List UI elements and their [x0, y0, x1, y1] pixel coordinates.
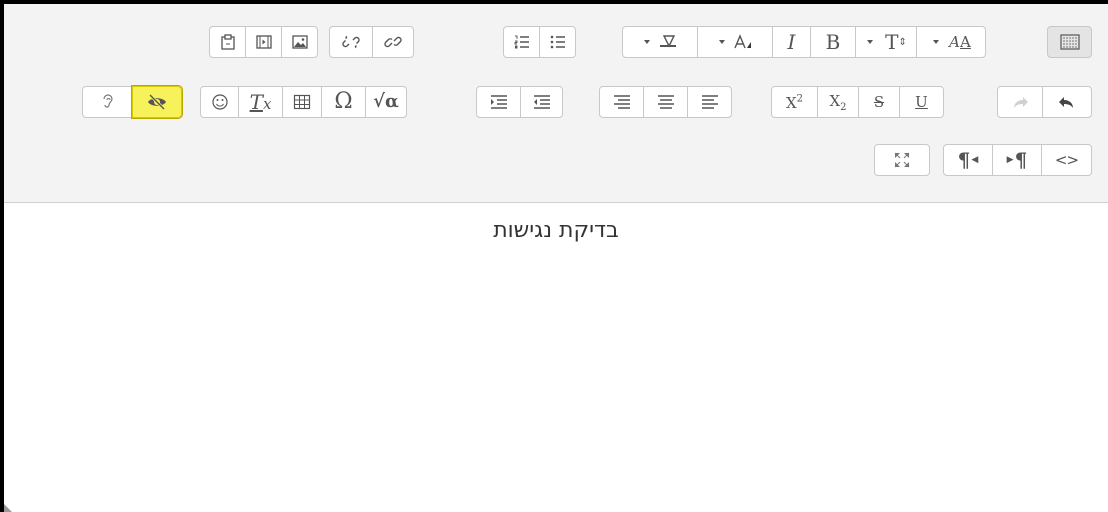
- outdent-button[interactable]: [520, 86, 563, 118]
- font-family-button[interactable]: AA: [916, 26, 986, 58]
- bullet-list-icon: [550, 35, 565, 49]
- link-icon: [384, 36, 402, 48]
- emoticon-button[interactable]: [200, 86, 239, 118]
- strikethrough-button[interactable]: S: [858, 86, 900, 118]
- align-right-button[interactable]: [599, 86, 644, 118]
- equation-icon: √α: [373, 91, 399, 112]
- toolbar-toggle-button[interactable]: [1047, 26, 1092, 58]
- align-center-button[interactable]: [643, 86, 688, 118]
- indent-icon: [490, 95, 507, 109]
- ltr-icon: ¶ ◀: [957, 148, 979, 172]
- screenreader-helper-button[interactable]: [82, 86, 133, 118]
- editor-content-text[interactable]: בדיקת נגישות: [4, 218, 1108, 243]
- indent-button[interactable]: [476, 86, 521, 118]
- italic-button[interactable]: I: [772, 26, 811, 58]
- special-character-button[interactable]: Ω: [321, 86, 366, 118]
- numbered-list-button[interactable]: [503, 26, 540, 58]
- clear-formatting-button[interactable]: Tx: [238, 86, 283, 118]
- paste-button[interactable]: [209, 26, 246, 58]
- bold-button[interactable]: B: [810, 26, 856, 58]
- equation-button[interactable]: √α: [365, 86, 407, 118]
- clear-formatting-icon: Tx: [249, 90, 272, 114]
- accessibility-checker-icon: [148, 93, 166, 111]
- media-button[interactable]: [245, 26, 282, 58]
- superscript-button[interactable]: X2: [771, 86, 818, 118]
- align-center-icon: [657, 95, 674, 109]
- ltr-button[interactable]: ¶ ◀: [943, 144, 993, 176]
- bold-icon: B: [825, 30, 841, 54]
- background-color-button[interactable]: [622, 26, 698, 58]
- paste-icon: [220, 34, 235, 50]
- undo-button[interactable]: [1042, 86, 1092, 118]
- numbered-list-icon: [514, 35, 529, 49]
- align-right-icon: [613, 95, 630, 109]
- redo-button[interactable]: [997, 86, 1043, 118]
- outdent-icon: [533, 95, 550, 109]
- image-button[interactable]: [281, 26, 318, 58]
- image-icon: [291, 35, 308, 49]
- align-left-icon: [701, 95, 718, 109]
- fullscreen-button[interactable]: [874, 144, 930, 176]
- editor-toolbar: I B T ⇕ AA Tx Ω √α X2 X2 S U ¶ ◀ ▶ ¶ <>: [4, 4, 1108, 203]
- screenreader-helper-icon: [102, 94, 113, 108]
- emoticon-icon: [211, 94, 228, 110]
- media-icon: [255, 35, 272, 49]
- html-source-button[interactable]: <>: [1041, 144, 1092, 176]
- background-color-icon: [644, 35, 676, 48]
- table-icon: [293, 94, 311, 110]
- special-character-icon: Ω: [334, 89, 353, 114]
- strikethrough-icon: S: [873, 92, 885, 111]
- redo-icon: [1014, 97, 1028, 108]
- link-button[interactable]: [372, 26, 414, 58]
- editor-content-area[interactable]: בדיקת נגישות: [4, 204, 1108, 512]
- table-button[interactable]: [282, 86, 322, 118]
- subscript-button[interactable]: X2: [817, 86, 859, 118]
- resize-handle[interactable]: [4, 504, 12, 512]
- undo-icon: [1059, 97, 1073, 108]
- rtl-icon: ▶ ¶: [1006, 148, 1028, 172]
- bullet-list-button[interactable]: [539, 26, 576, 58]
- align-left-button[interactable]: [687, 86, 732, 118]
- superscript-icon: X2: [785, 93, 804, 112]
- rtl-button[interactable]: ▶ ¶: [992, 144, 1042, 176]
- toolbar-toggle-icon: [1059, 34, 1080, 50]
- italic-icon: I: [787, 30, 796, 54]
- subscript-icon: X2: [829, 91, 847, 114]
- html-source-icon: <>: [1054, 150, 1079, 169]
- underline-icon: U: [915, 92, 928, 111]
- underline-button[interactable]: U: [899, 86, 944, 118]
- unlink-icon: [342, 35, 360, 49]
- fullscreen-icon: [894, 152, 910, 168]
- font-size-button[interactable]: T ⇕: [855, 26, 917, 58]
- text-color-icon: [719, 34, 751, 49]
- accessibility-checker-button[interactable]: [131, 85, 183, 119]
- unlink-button[interactable]: [329, 26, 373, 58]
- text-color-button[interactable]: [697, 26, 773, 58]
